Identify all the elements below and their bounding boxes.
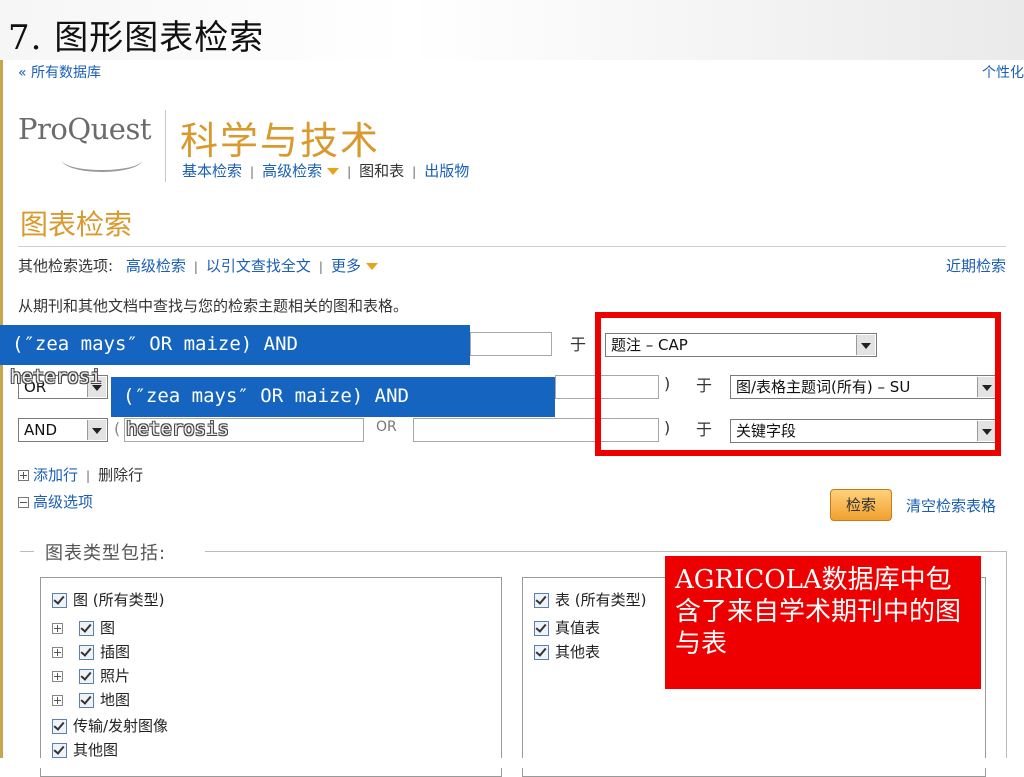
delete-row-link[interactable]: 删除行 [98, 466, 143, 484]
plus-box-icon [18, 470, 29, 481]
page-title: 图表检索 [20, 208, 133, 241]
fieldset-border [205, 551, 1006, 552]
nav-basic-search[interactable]: 基本检索 [182, 162, 242, 180]
chart-types-legend: 图表类型包括: [45, 543, 167, 564]
checkbox-illustration[interactable]: 插图 [52, 641, 130, 662]
slide-left-edge [0, 60, 3, 768]
expand-plus-icon[interactable] [52, 647, 63, 658]
personalize-link[interactable]: 个性化 [982, 62, 1024, 82]
checkbox-checked-icon[interactable] [79, 621, 94, 636]
minus-box-icon [18, 497, 29, 508]
checkbox-label: 其他表 [555, 643, 601, 661]
heading-divider [18, 246, 1006, 247]
checkbox-label: 传输/发射图像 [73, 717, 169, 735]
boolean-or-label: OR [376, 419, 397, 435]
checkbox-checked-icon[interactable] [534, 645, 549, 660]
instruction-text: 从期刊和其他文档中查找与您的检索主题相关的图和表格。 [18, 297, 409, 315]
checkbox-label: 其他图 [73, 741, 119, 759]
checkbox-label: 图 [100, 619, 116, 637]
advanced-options-toggle[interactable]: 高级选项 [18, 491, 93, 512]
expand-plus-icon[interactable] [52, 695, 63, 706]
agricola-callout: AGRICOLA数据库中包含了来自学术期刊中的图与表 [665, 556, 981, 689]
nav-separator: | [347, 165, 352, 179]
nav-separator: | [412, 165, 417, 179]
query-overlay-1: (″zea mays″ OR maize) AND [0, 325, 470, 365]
chevron-down-icon[interactable] [365, 263, 378, 270]
option-more[interactable]: 更多 [331, 257, 361, 275]
checkbox-transmission-image[interactable]: 传输/发射图像 [52, 715, 168, 736]
checkbox-photo[interactable]: 照片 [52, 665, 130, 686]
checkbox-label: 地图 [100, 691, 131, 709]
option-citation-search[interactable]: 以引文查找全文 [206, 257, 311, 275]
query-overlay-2: (″zea mays″ OR maize) AND [111, 377, 555, 417]
product-title: 科学与技术 [180, 119, 381, 163]
checkbox-label: 图 (所有类型) [73, 591, 165, 609]
add-row-link[interactable]: 添加行 [33, 466, 78, 484]
checkbox-label: 表 (所有类型) [555, 591, 647, 609]
proquest-logo-swoosh-icon [62, 148, 142, 172]
advanced-options-link[interactable]: 高级选项 [33, 493, 93, 511]
checkbox-label: 照片 [100, 667, 131, 685]
checkbox-checked-icon[interactable] [52, 719, 67, 734]
expand-plus-icon[interactable] [52, 671, 63, 682]
field-highlight-frame [595, 312, 1001, 456]
checkbox-label: 插图 [100, 643, 131, 661]
chevron-down-icon[interactable] [87, 420, 106, 440]
nav-publications[interactable]: 出版物 [424, 162, 469, 180]
search-button[interactable]: 检索 [830, 489, 892, 521]
checkbox-checked-icon[interactable] [52, 743, 67, 758]
checkbox-checked-icon[interactable] [79, 645, 94, 660]
option-separator: | [193, 260, 198, 274]
checkbox-label: 真值表 [555, 619, 601, 637]
checkbox-other-tables[interactable]: 其他表 [534, 641, 600, 662]
checkbox-map[interactable]: 地图 [52, 689, 130, 710]
operator-select-3[interactable]: AND [18, 418, 108, 442]
checkbox-other-figures[interactable]: 其他图 [52, 739, 118, 760]
expand-plus-icon[interactable] [52, 623, 63, 634]
checkbox-checked-icon[interactable] [79, 693, 94, 708]
fieldset-border [20, 551, 34, 552]
checkbox-checked-icon[interactable] [79, 669, 94, 684]
slide-bottom-edge [0, 758, 1024, 768]
query-input-1[interactable] [470, 332, 552, 356]
slide-title-bar: 7. 图形图表检索 [0, 0, 1024, 60]
option-separator: | [318, 260, 323, 274]
fieldset-border [1006, 551, 1007, 768]
operator-select-3-value: AND [24, 421, 58, 439]
clear-form-link[interactable]: 清空检索表格 [906, 495, 996, 516]
proquest-logo: ProQuest [18, 112, 152, 146]
option-advanced-search[interactable]: 高级检索 [126, 257, 186, 275]
query-ghost-text-1: heterosi [10, 366, 102, 388]
row-separator: | [86, 469, 91, 483]
checkbox-figures-all[interactable]: 图 (所有类型) [52, 589, 164, 610]
nav-figures-tables[interactable]: 图和表 [359, 162, 404, 180]
nav-advanced-search[interactable]: 高级检索 [262, 162, 322, 180]
checkbox-figure[interactable]: 图 [52, 617, 115, 638]
chevron-down-icon[interactable] [327, 168, 340, 175]
in-label-1: 于 [570, 335, 587, 354]
product-nav: 基本检索 | 高级检索 | 图和表 | 出版物 [182, 160, 469, 181]
slide-title: 7. 图形图表检索 [8, 18, 265, 58]
all-databases-link[interactable]: « 所有数据库 [18, 62, 101, 82]
recent-searches-link[interactable]: 近期检索 [946, 255, 1006, 276]
checkbox-checked-icon[interactable] [534, 621, 549, 636]
query-ghost-text-2: heterosis [126, 418, 229, 440]
checkbox-truth-table[interactable]: 真值表 [534, 617, 600, 638]
nav-separator: | [250, 165, 255, 179]
checkbox-checked-icon[interactable] [52, 593, 67, 608]
open-paren-3: ( [114, 419, 121, 438]
checkbox-checked-icon[interactable] [534, 593, 549, 608]
logo-divider [165, 110, 166, 182]
row-controls: 添加行 | 删除行 [18, 464, 143, 485]
checkbox-tables-all[interactable]: 表 (所有类型) [534, 589, 646, 610]
other-search-options: 其他检索选项: 高级检索 | 以引文查找全文 | 更多 [18, 255, 378, 276]
other-options-label: 其他检索选项: [18, 257, 114, 275]
